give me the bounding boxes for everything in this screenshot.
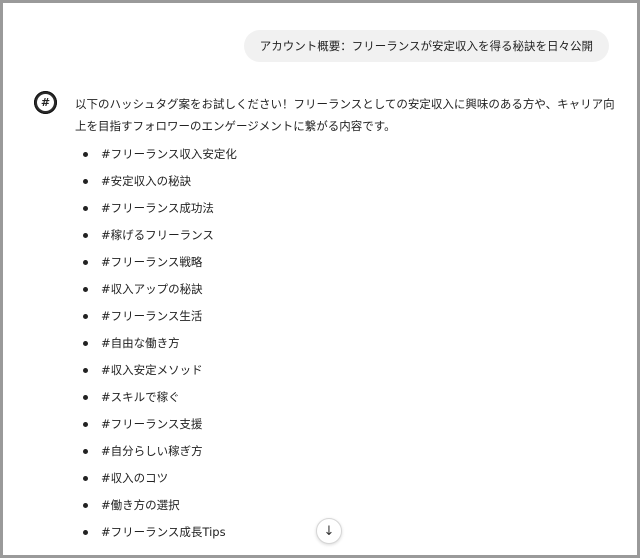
list-item: #フリーランス生活: [75, 303, 615, 330]
user-message-text: アカウント概要：フリーランスが安定収入を得る秘訣を日々公開: [259, 39, 593, 53]
list-item: #フリーランス支援: [75, 411, 615, 438]
hashtag-list: #フリーランス収入安定化 #安定収入の秘訣 #フリーランス成功法 #稼げるフリー…: [75, 141, 615, 546]
assistant-logo-icon: #: [34, 91, 57, 114]
assistant-message: 以下のハッシュタグ案をお試しください！フリーランスとしての安定収入に興味のある方…: [75, 93, 615, 546]
arrow-down-icon: ↓: [323, 523, 335, 539]
list-item: #収入アップの秘訣: [75, 276, 615, 303]
user-message-bubble: アカウント概要：フリーランスが安定収入を得る秘訣を日々公開: [243, 30, 609, 62]
list-item: #フリーランス収入安定化: [75, 141, 615, 168]
list-item: #収入のコツ: [75, 465, 615, 492]
chat-window: アカウント概要：フリーランスが安定収入を得る秘訣を日々公開 # 以下のハッシュタ…: [0, 0, 640, 558]
list-item: #稼げるフリーランス: [75, 222, 615, 249]
list-item: #収入安定メソッド: [75, 357, 615, 384]
list-item: #フリーランス戦略: [75, 249, 615, 276]
list-item: #安定収入の秘訣: [75, 168, 615, 195]
list-item: #スキルで稼ぐ: [75, 384, 615, 411]
list-item: #フリーランス成功法: [75, 195, 615, 222]
scroll-to-bottom-button[interactable]: ↓: [316, 518, 342, 544]
list-item: #働き方の選択: [75, 492, 615, 519]
list-item: #自由な働き方: [75, 330, 615, 357]
assistant-intro-text: 以下のハッシュタグ案をお試しください！フリーランスとしての安定収入に興味のある方…: [75, 97, 615, 133]
list-item: #自分らしい稼ぎ方: [75, 438, 615, 465]
list-item: #フリーランス成長Tips: [75, 519, 615, 546]
